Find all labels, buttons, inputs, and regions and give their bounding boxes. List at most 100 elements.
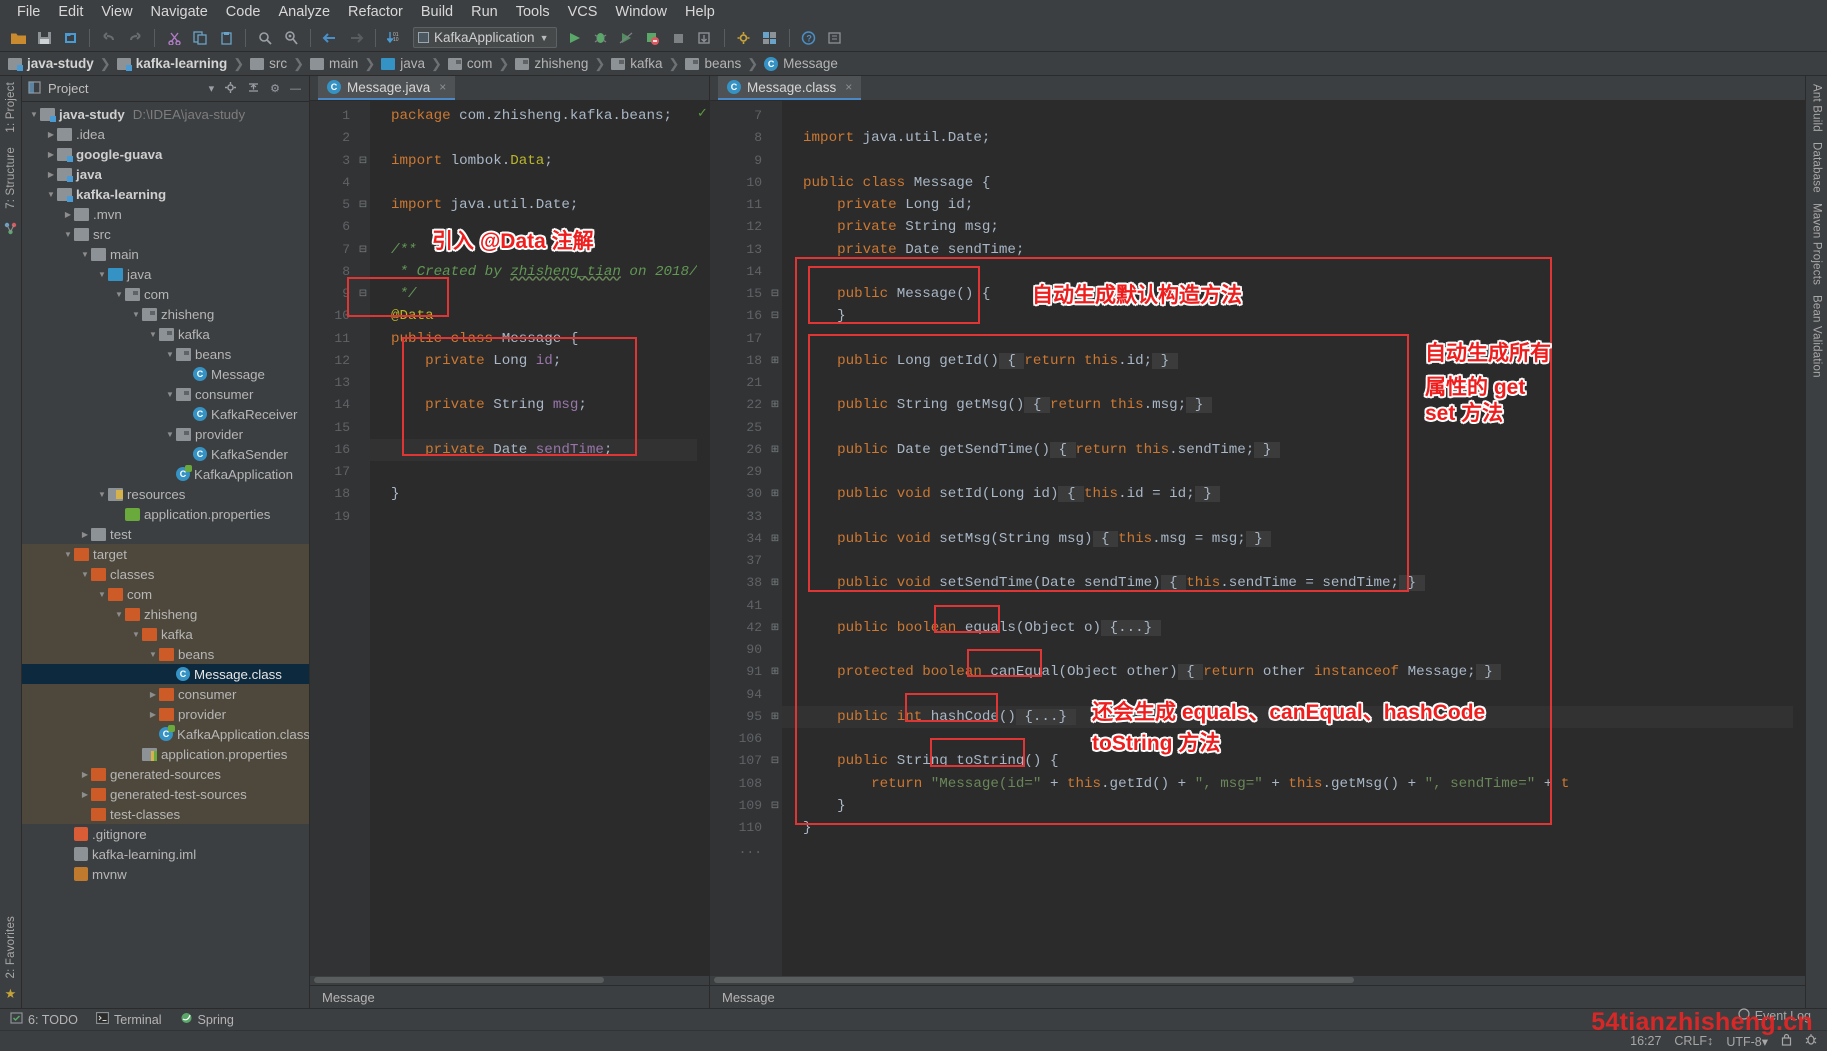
project-tree[interactable]: ▼ java-study D:\IDEA\java-study ▶ .idea ▶ goog… [22, 102, 309, 1008]
menu-item-build[interactable]: Build [412, 3, 462, 21]
code-line[interactable]: public void setSendTime(Date sendTime) {… [782, 572, 1793, 594]
chevron-down-icon[interactable]: ▼ [130, 310, 142, 319]
chevron-down-icon[interactable]: ▼ [96, 270, 108, 279]
tree-node-zhisheng[interactable]: ▼ zhisheng [22, 604, 309, 624]
paste-icon[interactable] [214, 27, 238, 49]
back-icon[interactable] [318, 27, 342, 49]
code-line[interactable] [370, 417, 697, 439]
bottom-button-terminal[interactable]: Terminal [95, 1012, 162, 1027]
chevron-down-icon[interactable]: ▼ [28, 110, 40, 119]
rail-button-bean-validation[interactable]: Bean Validation [1811, 295, 1823, 378]
chevron-down-icon[interactable]: ▼ [147, 330, 159, 339]
chevron-down-icon[interactable]: ▼ [164, 350, 176, 359]
fold-plus-icon[interactable]: ⊞ [768, 661, 782, 683]
tree-node-target[interactable]: ▼ target [22, 544, 309, 564]
chevron-down-icon[interactable]: ▼ [79, 250, 91, 259]
code-line[interactable]: import java.util.Date; [370, 194, 697, 216]
code-line[interactable]: public Long getId() { return this.id; } [782, 350, 1793, 372]
tree-node--gitignore[interactable]: .gitignore [22, 824, 309, 844]
chevron-right-icon[interactable]: ▶ [79, 530, 91, 539]
tree-node-java[interactable]: ▶ java [22, 164, 309, 184]
sync-icon[interactable] [58, 27, 82, 49]
menu-item-refactor[interactable]: Refactor [339, 3, 412, 21]
tree-node-application-properties[interactable]: application.properties [22, 744, 309, 764]
code-line[interactable]: private Long id; [370, 350, 697, 372]
chevron-down-icon[interactable]: ▾ [207, 82, 217, 95]
run-configuration-selector[interactable]: KafkaApplication ▼ [413, 27, 557, 48]
chevron-right-icon[interactable]: ▶ [45, 170, 57, 179]
code-line[interactable] [782, 417, 1793, 439]
menu-item-vcs[interactable]: VCS [559, 3, 607, 21]
code-text-right[interactable]: import java.util.Date; public class Mess… [782, 101, 1793, 976]
menu-item-tools[interactable]: Tools [507, 3, 559, 21]
tree-node-main[interactable]: ▼ main [22, 244, 309, 264]
chevron-down-icon[interactable]: ▼ [164, 430, 176, 439]
tree-node-com[interactable]: ▼ com [22, 284, 309, 304]
undo-icon[interactable] [97, 27, 121, 49]
code-line[interactable]: import lombok.Data; [370, 150, 697, 172]
chevron-right-icon[interactable]: ▶ [147, 710, 159, 719]
code-line[interactable]: @Data [370, 305, 697, 327]
code-line[interactable]: public boolean equals(Object o) {...} [782, 617, 1793, 639]
code-line[interactable]: private Long id; [782, 194, 1793, 216]
open-folder-icon[interactable] [6, 27, 30, 49]
inspection-marker-strip-right[interactable] [1793, 101, 1805, 976]
chevron-down-icon[interactable]: ▼ [45, 190, 57, 199]
fold-minus-rounded-icon[interactable]: ⊟ [768, 283, 782, 305]
breadcrumb-item-java-study[interactable]: java-study [6, 56, 96, 71]
run-coverage-icon[interactable] [615, 27, 639, 49]
fold-gutter-right[interactable]: ⊟ ⊟ ⊞ ⊞ ⊞ ⊞ ⊞ ⊞ ⊞ ⊞ ⊞ ⊟ ⊟ [768, 101, 782, 976]
tree-node-message-class[interactable]: C Message.class [22, 664, 309, 684]
tree-node-application-properties[interactable]: application.properties [22, 504, 309, 524]
find-icon[interactable] [253, 27, 277, 49]
fold-minus-rounded-icon[interactable]: ⊟ [768, 750, 782, 772]
code-line[interactable]: public int hashCode() {...} [782, 705, 1793, 728]
update-project-icon[interactable] [693, 27, 717, 49]
copy-icon[interactable] [188, 27, 212, 49]
close-icon[interactable]: × [845, 80, 852, 94]
code-line[interactable] [782, 261, 1793, 283]
redo-icon[interactable] [123, 27, 147, 49]
fold-minus-icon[interactable]: ⊟ [768, 795, 782, 817]
code-line[interactable] [782, 639, 1793, 661]
chevron-right-icon[interactable]: ▶ [147, 690, 159, 699]
code-line[interactable]: } [370, 483, 697, 505]
tree-node-generated-test-sources[interactable]: ▶ generated-test-sources [22, 784, 309, 804]
chevron-down-icon[interactable]: ▼ [113, 290, 125, 299]
settings-icon[interactable]: ⚙ [268, 82, 282, 95]
tree-node-kafkaapplication[interactable]: C KafkaApplication [22, 464, 309, 484]
bottom-button-todo[interactable]: 6: TODO [10, 1012, 78, 1027]
menu-item-run[interactable]: Run [462, 3, 507, 21]
code-line[interactable]: public Date getSendTime() { return this.… [782, 439, 1793, 461]
menu-item-view[interactable]: View [92, 3, 141, 21]
rail-button-project[interactable]: 1: Project [5, 82, 17, 133]
stop-icon[interactable] [667, 27, 691, 49]
lock-icon[interactable] [1781, 1033, 1792, 1049]
rail-button-favorites[interactable]: 2: Favorites [5, 916, 17, 978]
fold-minus-icon[interactable]: ⊟ [768, 305, 782, 327]
status-line-separator[interactable]: CRLF↕ [1674, 1034, 1713, 1048]
chevron-down-icon[interactable]: ▼ [79, 570, 91, 579]
chevron-down-icon[interactable]: ▼ [62, 550, 74, 559]
editor-content-right[interactable]: 7 8 9 10 11 12 13 14 15 16 17 18 21 22 25 26 29 30 33 34 37 3… [710, 101, 1805, 976]
tree-node--mvn[interactable]: ▶ .mvn [22, 204, 309, 224]
chevron-down-icon[interactable]: ▼ [147, 650, 159, 659]
tree-node-kafkareceiver[interactable]: C KafkaReceiver [22, 404, 309, 424]
code-line[interactable] [370, 506, 697, 528]
fold-minus-rounded-icon[interactable]: ⊟ [356, 239, 370, 261]
code-line[interactable] [370, 216, 697, 238]
breadcrumb-item-com[interactable]: com [446, 56, 495, 71]
code-line[interactable]: } [782, 817, 1793, 839]
tree-node-mvnw[interactable]: mvnw [22, 864, 309, 884]
project-structure-icon[interactable] [758, 27, 782, 49]
tree-node-kafkasender[interactable]: C KafkaSender [22, 444, 309, 464]
code-line[interactable] [782, 372, 1793, 394]
tree-node-zhisheng[interactable]: ▼ zhisheng [22, 304, 309, 324]
breadcrumb-item-beans[interactable]: beans [683, 56, 743, 71]
rail-button-ant-build[interactable]: Ant Build [1811, 84, 1823, 132]
code-line[interactable]: private String msg; [782, 216, 1793, 238]
code-line[interactable] [370, 127, 697, 149]
rail-button-structure[interactable]: 7: Structure [5, 147, 17, 209]
tree-node-generated-sources[interactable]: ▶ generated-sources [22, 764, 309, 784]
breadcrumb-item-kafka[interactable]: kafka [609, 56, 664, 71]
